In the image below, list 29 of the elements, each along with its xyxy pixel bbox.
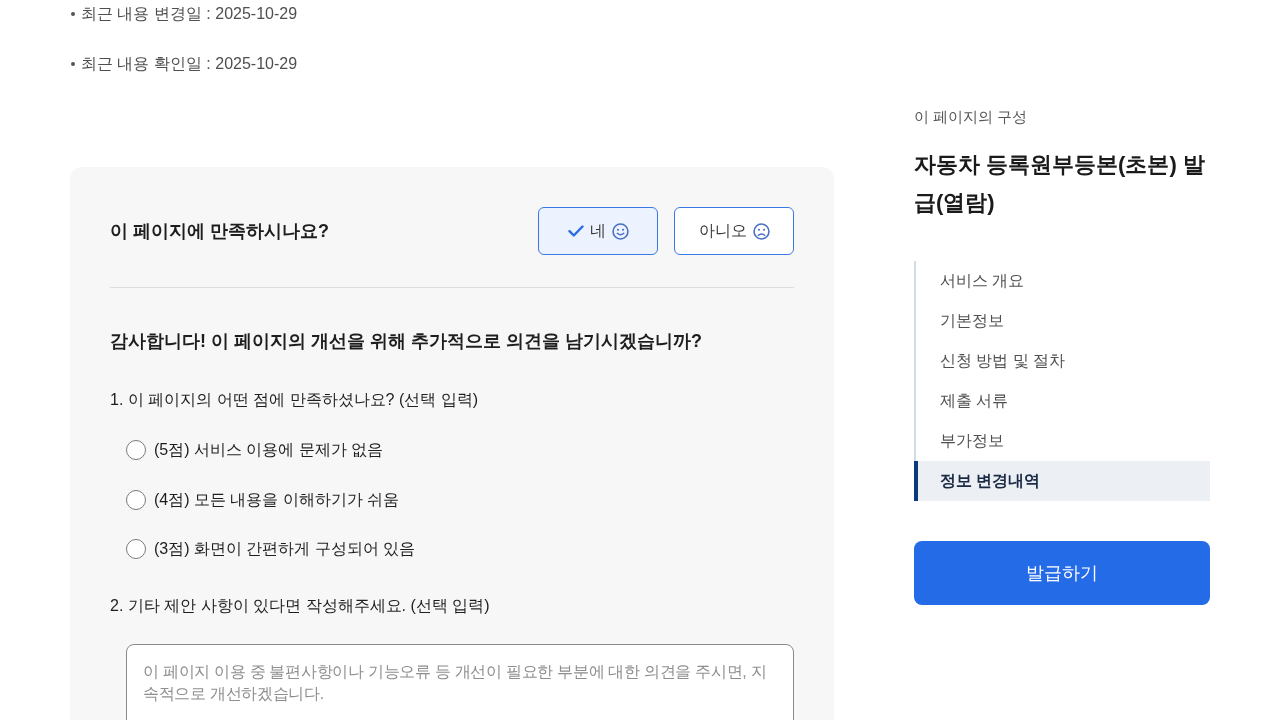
option-label: (3점) 화면이 간편하게 구성되어 있음 [154, 539, 416, 559]
radio-button[interactable] [126, 539, 146, 559]
option-label: (5점) 서비스 이용에 문제가 없음 [154, 440, 384, 460]
nav-item[interactable]: 기본정보 [916, 301, 1210, 341]
radio-button[interactable] [126, 440, 146, 460]
option-label: (4점) 모든 내용을 이해하기가 쉬움 [154, 489, 400, 510]
bullet-icon [71, 62, 75, 66]
date-text: 최근 내용 확인일 : 2025-10-29 [81, 54, 298, 74]
nav-item[interactable]: 부가정보 [916, 421, 1210, 461]
section-caption: 이 페이지의 구성 [914, 107, 1029, 127]
date-text: 최근 내용 변경일 : 2025-10-29 [81, 4, 298, 24]
question-label: 2. 기타 제안 사항이 있다면 작성해주세요. (선택 입력) [110, 596, 491, 616]
page-title: 자동차 등록원부등본(초본) 발급(열람) [914, 151, 1206, 217]
follow-up-question: 감사합니다! 이 페이지의 개선을 위해 추가적으로 의견을 남기시겠습니까? [110, 330, 703, 353]
bullet-icon [71, 12, 75, 16]
frown-icon [752, 222, 770, 240]
nav-item[interactable]: 정보 변경내역 [914, 461, 1210, 501]
question-label: 1. 이 페이지의 어떤 점에 만족하셨나요? (선택 입력) [110, 390, 479, 410]
nav-item[interactable]: 신청 방법 및 절차 [916, 341, 1210, 381]
comment-field[interactable]: 이 페이지 이용 중 불편사항이나 기능오류 등 개선이 필요한 부분에 대한 의견을 주시면, 지속적으로 개선하겠습니다. [126, 644, 794, 720]
no-button[interactable]: 아니오 [674, 207, 794, 255]
nav-item[interactable]: 제출 서류 [916, 381, 1210, 421]
radio-button[interactable] [126, 489, 146, 510]
nav-item[interactable]: 서비스 개요 [916, 261, 1210, 301]
check-icon [567, 224, 584, 238]
issue-button[interactable]: 발급하기 [914, 541, 1210, 605]
satisfaction-question: 이 페이지에 만족하시나요? [110, 220, 329, 243]
smile-icon [611, 222, 629, 240]
yes-button[interactable]: 네 [538, 207, 658, 255]
